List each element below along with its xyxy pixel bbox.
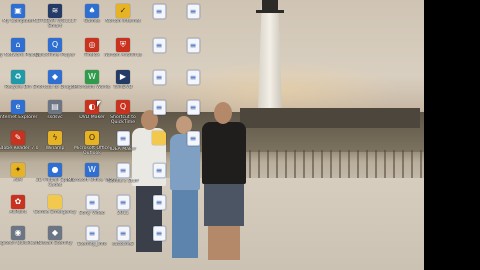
app-icon[interactable]: ◆ [48, 226, 62, 240]
document-icon[interactable]: ≡ [152, 38, 166, 53]
document-icon[interactable]: ≡ [85, 195, 99, 210]
document-icon[interactable]: ≡ [152, 100, 166, 115]
games-icon[interactable]: ♠ [85, 4, 99, 18]
outlook-icon[interactable]: O [85, 131, 99, 145]
shortcut-icon[interactable]: Q [116, 100, 130, 114]
lighthouse-lantern [262, 0, 278, 10]
folder-icon[interactable] [48, 195, 62, 209]
antivirus-icon[interactable]: ⛨ [116, 38, 130, 52]
lighthouse-railing [256, 10, 284, 13]
computer-icon[interactable]: ▣ [11, 4, 25, 18]
document-icon[interactable]: ≡ [152, 226, 166, 241]
person-right-shorts [204, 184, 244, 226]
document-icon[interactable]: ≡ [186, 70, 200, 85]
app-icon[interactable]: ◆ [48, 70, 62, 84]
document-icon[interactable]: ≡ [152, 4, 166, 19]
wallpaper-fence [240, 150, 424, 178]
document-icon[interactable]: ≡ [186, 131, 200, 146]
black-side-bar [424, 0, 480, 270]
windvd-icon[interactable]: ▶ [116, 70, 130, 84]
document-icon[interactable]: ≡ [186, 4, 200, 19]
recycle-bin-icon[interactable]: ♻ [11, 70, 25, 84]
person-right-calves [208, 226, 240, 260]
webcam-icon[interactable]: ◉ [11, 226, 25, 240]
norton-icon[interactable]: ✓ [116, 4, 130, 18]
document-icon[interactable]: ≡ [186, 38, 200, 53]
document-icon[interactable]: ≡ [116, 195, 130, 210]
program-icon[interactable]: ▤ [48, 100, 62, 114]
mouse-cursor-icon [97, 101, 101, 107]
wallpaper-building [240, 108, 420, 128]
document-icon[interactable]: ≡ [116, 226, 130, 241]
paint-icon[interactable]: ✿ [11, 195, 25, 209]
document-icon[interactable]: ≡ [152, 163, 166, 178]
pinball-icon[interactable]: ● [48, 163, 62, 177]
document-icon[interactable]: ≡ [85, 226, 99, 241]
document-icon[interactable]: ≡ [152, 195, 166, 210]
wifi-icon[interactable]: ≋ [48, 4, 62, 18]
aim-icon[interactable]: ✦ [11, 163, 25, 177]
document-icon[interactable]: ≡ [116, 131, 130, 146]
document-icon[interactable]: ≡ [186, 100, 200, 115]
desktop-shortcut[interactable]: ≡ [134, 226, 184, 264]
document-icon[interactable]: ≡ [116, 163, 130, 178]
works-icon[interactable]: W [85, 70, 99, 84]
desktop-shortcut[interactable]: ≡ [168, 4, 218, 42]
firefox-icon[interactable]: ◎ [85, 38, 99, 52]
folder-icon[interactable] [152, 131, 166, 145]
pdf-icon[interactable]: ✎ [11, 131, 25, 145]
desktop-wallpaper[interactable]: ▣ My Computer ⌂ My Network Places ♻ Recycle B… [0, 0, 424, 270]
word-icon[interactable]: W [85, 163, 99, 177]
document-icon[interactable]: ≡ [152, 70, 166, 85]
lighthouse-tower [258, 6, 282, 110]
network-icon[interactable]: ⌂ [11, 38, 25, 52]
ie-icon[interactable]: e [11, 100, 25, 114]
winamp-icon[interactable]: ϟ [48, 131, 62, 145]
desktop-shortcut[interactable]: ≡ [168, 131, 218, 169]
quicktime-icon[interactable]: Q [48, 38, 62, 52]
